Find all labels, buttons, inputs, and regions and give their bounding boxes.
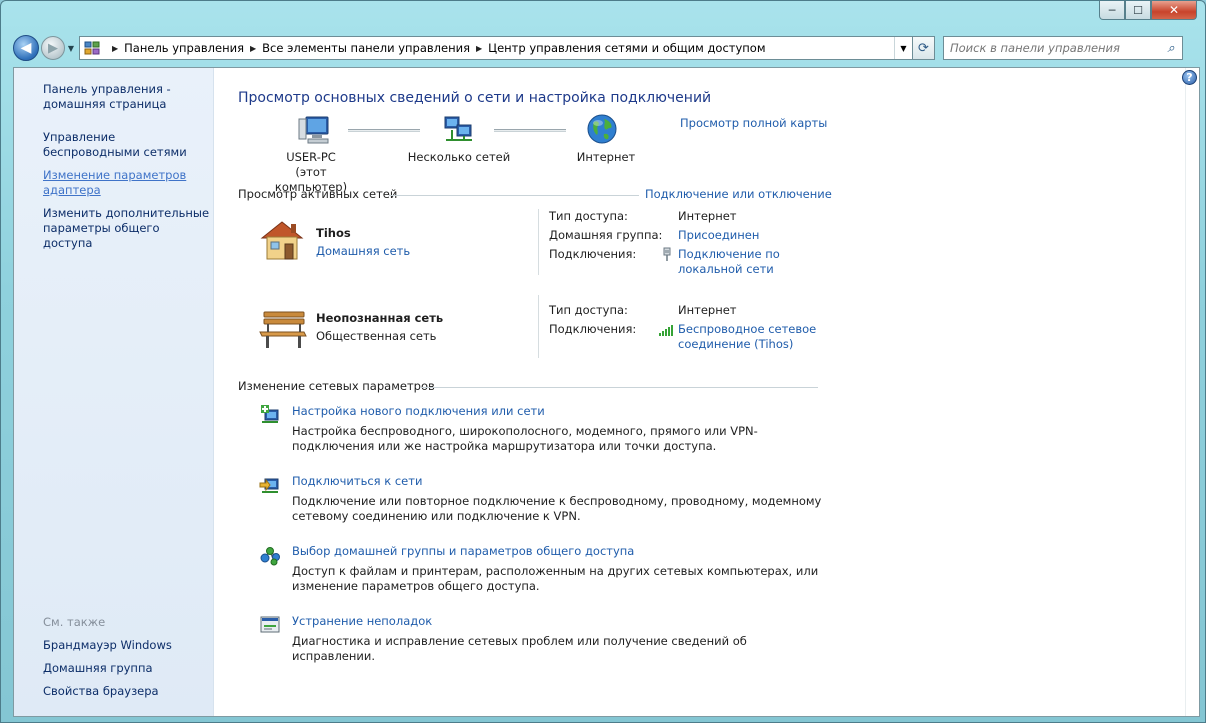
network-type-link[interactable]: Домашняя сеть [316,244,410,258]
task-desc: Подключение или повторное подключение к … [292,494,822,523]
active-networks-header: Просмотр активных сетей [238,187,398,201]
address-right: ▼ [894,37,912,59]
breadcrumb-control-panel[interactable]: Панель управления [124,41,244,55]
breadcrumb-all-items[interactable]: Все элементы панели управления [262,41,470,55]
breadcrumb-separator-icon[interactable]: ▶ [112,44,118,53]
recent-pages-dropdown[interactable]: ▼ [65,44,77,53]
home-icon [258,218,306,265]
refresh-button[interactable]: ⟳ [913,36,935,60]
main-content: Просмотр основных сведений о сети и наст… [214,68,1184,716]
arrow-right-icon: ▶ [48,40,58,56]
chevron-down-icon: ▼ [900,43,907,53]
back-button[interactable]: ◀ [13,35,39,61]
task-desc: Диагностика и исправление сетевых пробле… [292,634,747,663]
connections-label: Подключения: [549,322,637,336]
network-name: Неопознанная сеть [316,311,444,325]
section-divider [389,195,639,196]
homegroup-value-link[interactable]: Присоединен [678,228,759,243]
task-homegroup-sharing[interactable]: Выбор домашней группы и параметров общег… [292,544,634,558]
see-also-label: См. также [43,615,106,629]
computer-icon [298,114,332,149]
change-settings-header: Изменение сетевых параметров [238,379,435,393]
minimize-button[interactable]: ─ [1099,1,1125,20]
sidebar-item-browser[interactable]: Свойства браузера [43,684,159,698]
map-internet-label: Интернет [576,150,636,164]
sidebar-item-wireless[interactable]: Управление беспроводными сетями [43,130,211,160]
task-troubleshoot[interactable]: Устранение неполадок [292,614,432,628]
task-desc: Доступ к файлам и принтерам, расположенн… [292,564,819,593]
access-type-value: Интернет [678,303,737,317]
connect-network-icon [259,474,281,496]
refresh-icon: ⟳ [918,40,929,56]
arrow-left-icon: ◀ [20,40,32,56]
client-area: Панель управления - домашняя страница Уп… [13,67,1200,717]
search-icon[interactable]: ⌕ [1160,41,1182,56]
map-pc-name: USER-PC [286,150,336,164]
search-box[interactable]: ⌕ [943,36,1183,60]
troubleshoot-icon [259,614,281,636]
wireless-connection-link[interactable]: Беспроводное сетевое соединение (Tihos) [678,322,828,352]
sidebar: Панель управления - домашняя страница Уп… [14,68,214,716]
sidebar-item-sharing[interactable]: Изменить дополнительные параметры общего… [43,206,211,251]
forward-button[interactable]: ▶ [41,36,65,60]
breadcrumb-separator-icon[interactable]: ▶ [250,44,256,53]
section-divider [420,387,818,388]
scrollbar[interactable]: ? [1182,68,1199,716]
caption-buttons: ─ ☐ ✕ [1099,1,1197,20]
task-setup-connection[interactable]: Настройка нового подключения или сети [292,404,545,418]
address-history-dropdown[interactable]: ▼ [894,37,912,59]
map-connector [494,129,566,132]
search-input[interactable] [950,41,1160,55]
homegroup-label: Домашняя группа: [549,228,663,242]
maximize-button[interactable]: ☐ [1125,1,1151,20]
sidebar-item-firewall[interactable]: Брандмауэр Windows [43,638,172,652]
access-type-label: Тип доступа: [549,303,628,317]
connect-disconnect-link[interactable]: Подключение или отключение [645,187,832,201]
task-desc: Настройка беспроводного, широкополосного… [292,424,758,453]
globe-icon [586,113,618,148]
lan-connection-link[interactable]: Подключение по локальной сети [678,247,808,277]
map-networks-label: Несколько сетей [407,150,511,164]
map-connector [348,129,420,132]
network-type: Общественная сеть [316,329,437,343]
full-map-link[interactable]: Просмотр полной карты [680,116,827,130]
vertical-divider [538,209,539,275]
new-connection-icon [259,403,281,425]
sidebar-item-home[interactable]: Панель управления - домашняя страница [43,82,211,112]
navigation-toolbar: ◀ ▶ ▼ ▶ Панель управления ▶ Все элементы… [13,34,1193,62]
access-type-value: Интернет [678,209,737,223]
window-frame: ─ ☐ ✕ ◀ ▶ ▼ ▶ Панель управления ▶ Все эл… [0,0,1206,723]
wifi-signal-icon [659,324,675,339]
page-title: Просмотр основных сведений о сети и наст… [238,90,712,106]
homegroup-icon [259,544,281,566]
connections-label: Подключения: [549,247,637,261]
sidebar-item-adapter[interactable]: Изменение параметров адаптера [43,168,211,198]
network-icon [442,114,476,149]
help-icon[interactable]: ? [1182,70,1197,85]
address-bar[interactable]: ▶ Панель управления ▶ Все элементы панел… [79,36,913,60]
breadcrumb-separator-icon[interactable]: ▶ [476,44,482,53]
network-name: Tihos [316,226,351,240]
control-panel-icon [84,41,100,55]
task-connect-network[interactable]: Подключиться к сети [292,474,422,488]
bench-icon [258,306,308,353]
close-button[interactable]: ✕ [1151,1,1197,20]
access-type-label: Тип доступа: [549,209,628,223]
vertical-divider [538,295,539,358]
chevron-down-icon: ▼ [67,43,75,53]
ethernet-icon [662,247,672,265]
sidebar-item-homegroup[interactable]: Домашняя группа [43,661,153,675]
breadcrumb-network-center[interactable]: Центр управления сетями и общим доступом [488,41,765,55]
